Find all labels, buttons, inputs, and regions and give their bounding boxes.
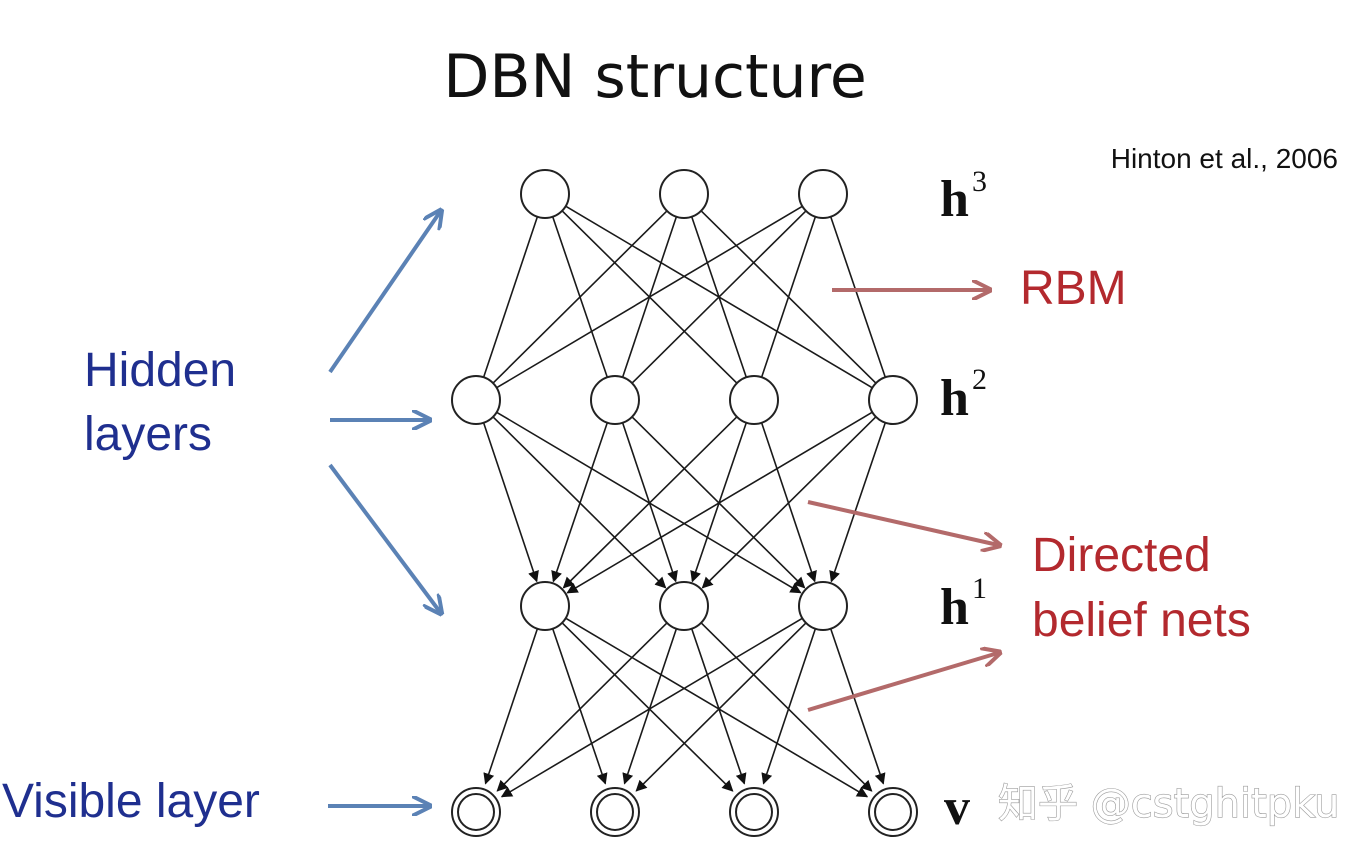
edge-h1-1-v-1 xyxy=(622,628,678,785)
edge-h1-0-v-1 xyxy=(551,628,608,785)
edge-h1-1-v-3 xyxy=(700,622,873,792)
unit-h1-2 xyxy=(798,581,848,631)
layer-label-h2: h 2 xyxy=(940,363,987,427)
visible-unit-inner-0 xyxy=(457,793,495,831)
edge-h1-2-v-1 xyxy=(635,622,807,792)
edge-h1-2-v-2 xyxy=(761,628,817,785)
layer-label-v-base: v xyxy=(944,779,970,836)
edge-h2-1-h1-1 xyxy=(621,422,678,583)
layer-label-h3: h 3 xyxy=(940,165,987,228)
edge-h2-3-h1-2 xyxy=(829,422,887,583)
unit-h3-2 xyxy=(798,169,848,219)
edge-h3-2-h2-1 xyxy=(631,210,807,384)
edge-h1-1-v-0 xyxy=(496,622,668,792)
directed-belief-nets-label-line2: belief nets xyxy=(1032,594,1251,647)
layer-label-h3-sup: 3 xyxy=(972,165,987,198)
hidden-layers-label-line1: Hidden xyxy=(84,344,236,397)
layer-label-h2-sup: 2 xyxy=(972,363,987,396)
edge-h2-2-h1-0 xyxy=(562,416,738,589)
hidden-layers-label-line2: layers xyxy=(84,408,212,461)
edge-h3-2-h2-0 xyxy=(496,205,803,389)
edge-h1-2-v-0 xyxy=(500,617,803,798)
unit-h1-1 xyxy=(659,581,709,631)
unit-h2-2 xyxy=(729,375,779,425)
unit-h2-3 xyxy=(868,375,918,425)
layer-label-h1: h 1 xyxy=(940,572,987,636)
edge-h2-0-h1-0 xyxy=(482,422,539,583)
page-title: DBN structure xyxy=(443,42,867,112)
visible-unit-inner-1 xyxy=(596,793,634,831)
edge-h2-3-h1-1 xyxy=(701,416,877,589)
arrow-directed-upper xyxy=(807,500,998,545)
edge-h3-2-h2-2 xyxy=(760,216,817,378)
citation: Hinton et al., 2006 xyxy=(1111,143,1338,174)
arrow-directed-lower xyxy=(807,653,998,712)
edge-h3-1-h2-0 xyxy=(492,210,668,384)
edge-h2-0-h1-1 xyxy=(492,416,667,589)
edge-h3-2-h2-3 xyxy=(829,216,887,378)
visible-layer-label: Visible layer xyxy=(2,775,260,828)
network-edges xyxy=(482,205,887,798)
layer-label-h1-base: h xyxy=(940,579,969,636)
diagram-canvas: DBN structure Hinton et al., 2006 h 3 h … xyxy=(2,42,1340,837)
edge-h2-1-h1-2 xyxy=(631,416,806,589)
layer-label-h1-sup: 1 xyxy=(972,572,987,605)
edge-h1-0-v-0 xyxy=(483,628,539,785)
layer-label-h2-base: h xyxy=(940,370,969,427)
visible-unit-inner-2 xyxy=(735,793,773,831)
layer-label-v: v xyxy=(944,779,970,836)
unit-h3-1 xyxy=(659,169,709,219)
edge-h2-1-h1-0 xyxy=(551,422,609,583)
unit-h2-0 xyxy=(451,375,501,425)
directed-belief-nets-label-line1: Directed xyxy=(1032,529,1211,582)
edge-h1-0-v-2 xyxy=(561,622,734,792)
edge-h1-2-v-3 xyxy=(829,628,886,785)
layer-label-h3-base: h xyxy=(940,171,969,228)
visible-unit-inner-3 xyxy=(874,793,912,831)
unit-h3-0 xyxy=(520,169,570,219)
edge-h1-1-v-2 xyxy=(690,628,747,785)
network-nodes xyxy=(451,169,918,837)
rbm-label: RBM xyxy=(1020,262,1127,315)
arrow-hidden-to-h1 xyxy=(328,463,440,612)
watermark: 知乎 @cstghitpku xyxy=(998,781,1339,827)
unit-h2-1 xyxy=(590,375,640,425)
edge-h3-0-h2-0 xyxy=(482,216,539,378)
arrow-hidden-to-h3 xyxy=(328,212,440,374)
dbn-diagram: DBN structure Hinton et al., 2006 h 3 h … xyxy=(0,0,1370,866)
edge-h2-2-h1-2 xyxy=(760,422,817,583)
edge-h2-3-h1-0 xyxy=(566,411,873,594)
unit-h1-0 xyxy=(520,581,570,631)
